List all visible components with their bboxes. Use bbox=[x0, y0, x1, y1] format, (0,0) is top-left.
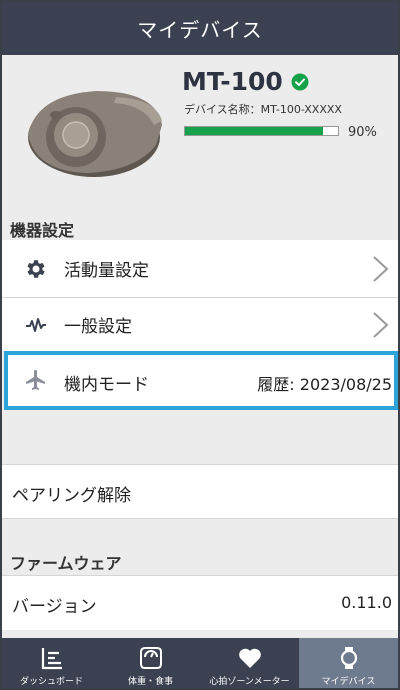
firmware-version-value: 0.11.0 bbox=[341, 593, 392, 612]
chevron-right-icon bbox=[373, 311, 389, 338]
battery-bar bbox=[184, 126, 339, 136]
heart-icon bbox=[238, 648, 261, 668]
tab-dashboard-label: ダッシュボード bbox=[19, 677, 83, 687]
app-frame: マイデバイス MT-100 デバイス名称：MT-100-XXXXX 90% 機器… bbox=[0, 0, 400, 690]
settings-item-activity-label: 活動量設定 bbox=[64, 261, 149, 281]
settings-item-activity[interactable]: 活動量設定 bbox=[2, 240, 398, 297]
airplane-icon bbox=[26, 370, 45, 390]
watch-icon bbox=[340, 647, 357, 669]
settings-item-general-label: 一般設定 bbox=[64, 317, 132, 337]
tab-heart-zone[interactable]: 心拍ゾーンメーター bbox=[200, 638, 299, 688]
chevron-right-icon bbox=[373, 255, 389, 282]
page-title: マイデバイス bbox=[137, 18, 263, 42]
bottom-tab-bar: ダッシュボード 体重・食事 心拍ゾーンメーター マイデバイス bbox=[2, 638, 398, 688]
firmware-version-label: バージョン bbox=[12, 597, 97, 617]
section-title-device-settings: 機器設定 bbox=[10, 221, 75, 240]
unpair-label: ペアリング解除 bbox=[12, 486, 131, 506]
gear-icon bbox=[27, 259, 45, 278]
waveform-icon bbox=[26, 317, 46, 332]
model-row: MT-100 bbox=[182, 67, 309, 96]
verified-check-icon bbox=[291, 73, 309, 90]
dashboard-icon bbox=[41, 648, 62, 670]
tab-weight-meal-label: 体重・食事 bbox=[127, 677, 173, 687]
tab-my-device-label: マイデバイス bbox=[321, 677, 376, 687]
scale-icon bbox=[139, 647, 162, 669]
tab-heart-zone-label: 心拍ゾーンメーター bbox=[209, 677, 290, 687]
airplane-mode-label: 機内モード bbox=[64, 375, 149, 395]
app-header: マイデバイス bbox=[2, 2, 398, 55]
battery-fill bbox=[185, 127, 323, 135]
airplane-mode-row[interactable]: 機内モード 履歴: 2023/08/25 bbox=[4, 351, 398, 410]
section-title-firmware: ファームウェア bbox=[10, 554, 122, 573]
device-model: MT-100 bbox=[182, 67, 283, 96]
settings-item-general[interactable]: 一般設定 bbox=[2, 298, 398, 351]
battery-percent: 90% bbox=[348, 125, 377, 140]
airplane-mode-history: 履歴: 2023/08/25 bbox=[257, 375, 392, 394]
unpair-button[interactable]: ペアリング解除 bbox=[2, 464, 398, 519]
tab-my-device[interactable]: マイデバイス bbox=[299, 638, 398, 688]
firmware-version-row: バージョン 0.11.0 bbox=[2, 575, 398, 630]
device-summary: MT-100 デバイス名称：MT-100-XXXXX 90% bbox=[2, 55, 398, 212]
tab-dashboard[interactable]: ダッシュボード bbox=[2, 638, 101, 688]
device-image bbox=[28, 91, 162, 177]
tab-weight-meal[interactable]: 体重・食事 bbox=[101, 638, 200, 688]
device-name: デバイス名称：MT-100-XXXXX bbox=[184, 103, 342, 116]
